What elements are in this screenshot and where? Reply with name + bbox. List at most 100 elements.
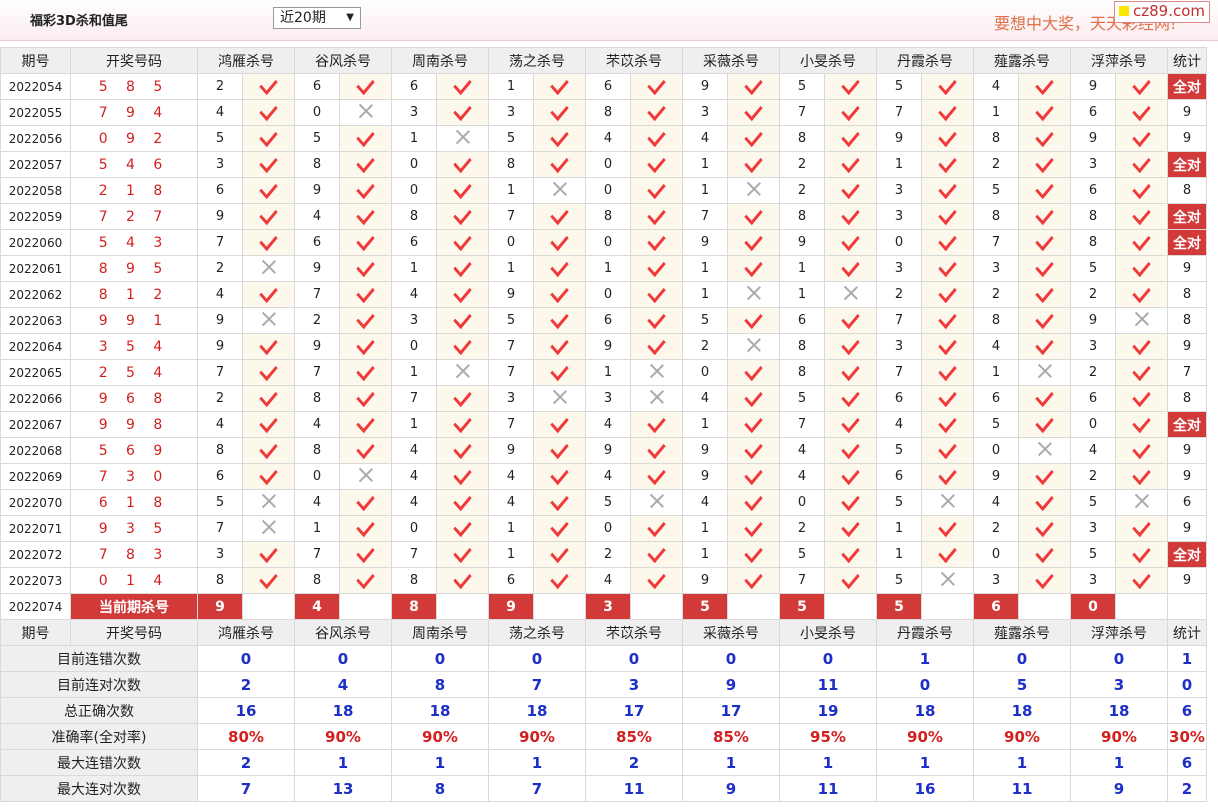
summary-value: 18 <box>488 697 586 724</box>
result-wrong-cell <box>630 489 683 516</box>
kill-number-cell: 4 <box>294 489 340 516</box>
result-correct-cell <box>436 541 489 568</box>
check-icon <box>841 464 860 486</box>
check-icon <box>841 100 860 122</box>
draw-numbers-cell: 0 9 2 <box>70 125 198 152</box>
kill-number-cell: 8 <box>488 151 534 178</box>
kill-number-cell: 1 <box>488 255 534 282</box>
kill-number-cell: 7 <box>294 359 340 386</box>
cross-icon <box>1134 311 1150 327</box>
cross-icon <box>455 363 471 379</box>
result-correct-cell <box>533 411 586 438</box>
check-icon <box>1132 516 1151 538</box>
kill-number-cell: 9 <box>294 333 340 360</box>
result-wrong-cell <box>824 281 877 308</box>
stat-cell: 9 <box>1167 437 1207 464</box>
kill-number-cell: 3 <box>1070 567 1116 594</box>
summary-stat: 30% <box>1167 723 1207 750</box>
check-icon <box>938 516 957 538</box>
check-icon <box>744 438 763 460</box>
kill-number-cell: 7 <box>488 203 534 230</box>
summary-value: 0 <box>294 645 392 672</box>
check-icon <box>1035 282 1054 304</box>
result-correct-cell <box>630 151 683 178</box>
kill-number-cell: 3 <box>876 333 922 360</box>
table-row: 2022056 0 9 255154489899 <box>0 125 1207 152</box>
kill-number-cell: 9 <box>585 333 631 360</box>
check-icon <box>744 308 763 330</box>
kill-number-cell: 9 <box>682 463 728 490</box>
check-icon <box>453 542 472 564</box>
check-icon <box>1035 100 1054 122</box>
current-kill-value: 0 <box>1070 593 1116 620</box>
result-correct-cell <box>727 203 780 230</box>
summary-value: 0 <box>973 645 1071 672</box>
site-logo[interactable]: cz89.com <box>1114 1 1211 23</box>
draw-numbers-cell: 3 5 4 <box>70 333 198 360</box>
kill-number-cell: 4 <box>488 463 534 490</box>
result-correct-cell <box>727 489 780 516</box>
col-header-expert: 谷风杀号 <box>294 619 392 646</box>
result-correct-cell <box>824 359 877 386</box>
table-row: 2022071 9 3 57 1 0 1 0 1 2 1 2 3 9 <box>0 515 1207 542</box>
check-icon <box>1132 360 1151 382</box>
kill-number-cell: 5 <box>973 177 1019 204</box>
result-wrong-cell <box>436 359 489 386</box>
check-icon <box>938 386 957 408</box>
kill-number-cell: 1 <box>876 151 922 178</box>
stat-cell: 9 <box>1167 99 1207 126</box>
check-icon <box>647 542 666 564</box>
current-kill-value: 6 <box>973 593 1019 620</box>
kill-number-cell: 7 <box>488 411 534 438</box>
summary-value: 7 <box>488 671 586 698</box>
draw-numbers-cell: 9 9 8 <box>70 411 198 438</box>
current-kill-value: 9 <box>488 593 534 620</box>
result-correct-cell <box>727 255 780 282</box>
summary-value: 1 <box>876 645 974 672</box>
result-correct-cell <box>824 203 877 230</box>
check-icon <box>550 74 569 96</box>
draw-numbers-cell: 5 4 6 <box>70 151 198 178</box>
stat-cell: 8 <box>1167 385 1207 412</box>
cross-icon <box>358 103 374 119</box>
check-icon <box>550 230 569 252</box>
summary-label: 目前连对次数 <box>0 671 198 698</box>
check-icon <box>259 386 278 408</box>
check-icon <box>356 568 375 590</box>
kill-number-cell: 9 <box>488 281 534 308</box>
summary-value: 2 <box>197 749 295 776</box>
summary-value: 0 <box>682 645 780 672</box>
col-header-expert: 芣苡杀号 <box>585 47 683 74</box>
check-icon <box>1035 516 1054 538</box>
period-cell: 2022060 <box>0 229 71 256</box>
period-cell: 2022064 <box>0 333 71 360</box>
kill-number-cell: 5 <box>876 437 922 464</box>
result-correct-cell <box>242 177 295 204</box>
kill-number-cell: 6 <box>973 385 1019 412</box>
check-icon <box>550 542 569 564</box>
current-kill-blank <box>339 593 392 620</box>
period-range-select[interactable]: 近20期 ▼ <box>273 7 361 29</box>
check-icon <box>1132 568 1151 590</box>
check-icon <box>550 334 569 356</box>
result-correct-cell <box>339 125 392 152</box>
kill-number-cell: 1 <box>973 99 1019 126</box>
summary-value: 18 <box>1070 697 1168 724</box>
check-icon <box>259 334 278 356</box>
kill-number-cell: 6 <box>1070 177 1116 204</box>
result-correct-cell <box>533 489 586 516</box>
result-correct-cell <box>1115 567 1168 594</box>
col-header-expert: 荡之杀号 <box>488 619 586 646</box>
result-correct-cell <box>630 125 683 152</box>
summary-value: 1 <box>391 749 489 776</box>
result-correct-cell <box>727 151 780 178</box>
cross-icon <box>649 389 665 405</box>
check-icon <box>259 282 278 304</box>
kill-number-cell: 1 <box>876 515 922 542</box>
kill-number-cell: 1 <box>876 541 922 568</box>
kill-number-cell: 5 <box>488 125 534 152</box>
summary-value: 1 <box>1070 749 1168 776</box>
result-correct-cell <box>242 463 295 490</box>
result-correct-cell <box>630 567 683 594</box>
result-correct-cell <box>921 515 974 542</box>
